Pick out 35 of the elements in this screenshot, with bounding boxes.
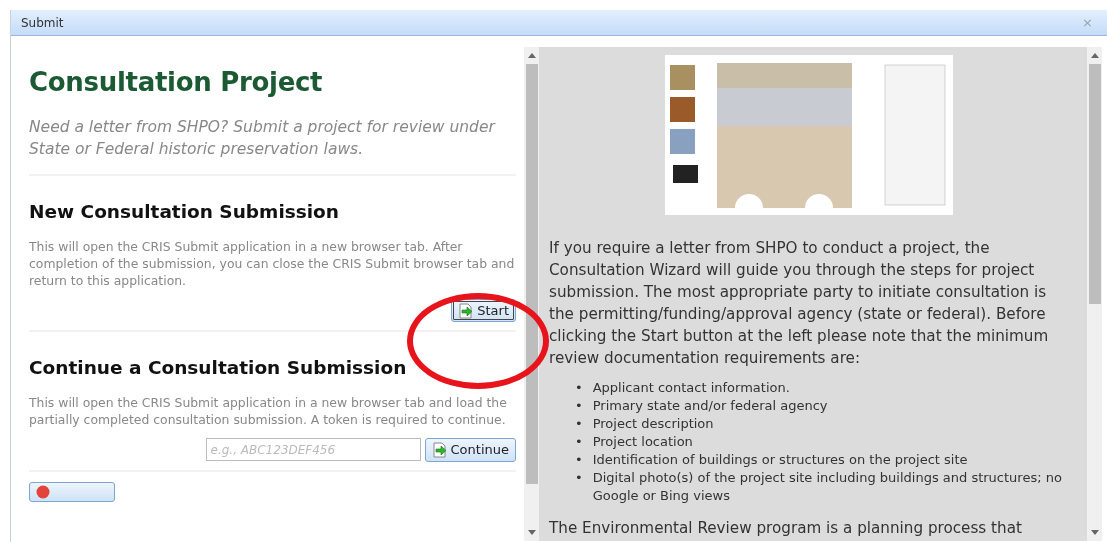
scroll-down-icon[interactable]: [527, 530, 536, 535]
requirement-item: Identification of buildings or structures on the project site: [592, 451, 968, 469]
section-heading: Continue a Consultation Submission: [29, 356, 408, 381]
stop-icon: [36, 484, 50, 499]
description-paragraph: The Environmental Review program is a planning process that: [549, 518, 1023, 539]
requirement-item: Digital photo(s) of the project site including buildings and structures; no Google or Bing views: [592, 469, 1063, 505]
description-paragraph: If you require a letter from SHPO to conduct a project, the Consultation Wizard will guide you through the steps for project submission. The most appropriate party to initiate consultation is the permitting/funding/approval agency (state or federal). Before clicking the Start button at the left please note that the minimum review documentation requirements are:: [549, 238, 1050, 369]
scroll-down-icon[interactable]: [1090, 530, 1099, 535]
requirement-item: Primary state and/or federal agency: [592, 397, 828, 415]
cancel-button[interactable]: [29, 481, 115, 502]
scrollbar[interactable]: [1087, 47, 1102, 541]
section-description: This will open the CRIS Submit application in a new browser tab and load the partially completed consultation submission. A token is required to continue.: [29, 394, 508, 429]
bullet-mark: •: [575, 469, 583, 487]
page-title: Consultation Project: [29, 67, 324, 99]
scroll-thumb[interactable]: [525, 64, 538, 484]
bullet-mark: •: [575, 433, 583, 451]
intro-text: Need a letter from SHPO? Submit a project for review under State or Federal historic preservation laws.: [29, 117, 497, 161]
scroll-up-icon[interactable]: [1090, 53, 1099, 58]
requirement-item: Project location: [592, 433, 693, 451]
requirement-item: Project description: [592, 415, 714, 433]
arrow-page-icon: [458, 302, 475, 319]
token-input-field[interactable]: e.g., ABC123DEF456: [205, 438, 421, 462]
scroll-thumb[interactable]: [1088, 64, 1101, 304]
action-button[interactable]: Continue: [424, 438, 516, 462]
bullet-mark: •: [575, 451, 583, 469]
arrow-page-icon: [431, 441, 448, 458]
scroll-up-icon[interactable]: [527, 53, 536, 58]
section-description: This will open the CRIS Submit application in a new browser tab. After completion of the submission, you can close the CRIS Submit browser tab and return to this application.: [29, 237, 516, 289]
section-heading: New Consultation Submission: [29, 200, 340, 225]
bullet-mark: •: [575, 397, 583, 415]
bullet-mark: •: [575, 415, 583, 433]
bullet-mark: •: [575, 379, 583, 397]
requirement-item: Applicant contact information.: [592, 379, 790, 397]
scrollbar[interactable]: [524, 47, 539, 541]
window-title: Submit: [21, 14, 64, 32]
